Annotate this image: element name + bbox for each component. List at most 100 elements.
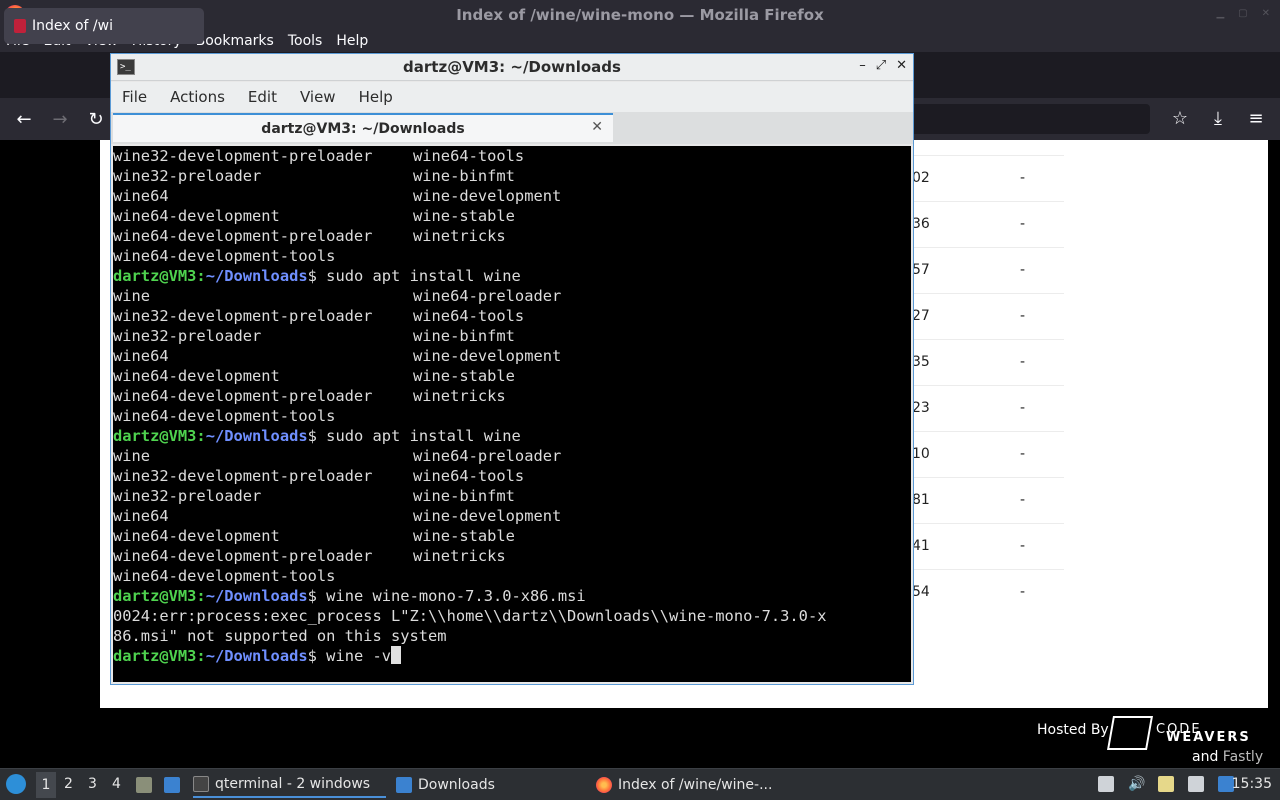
package-name: wine64 xyxy=(113,347,169,365)
workspace-1[interactable]: 1 xyxy=(36,772,56,798)
file-description: - xyxy=(1020,262,1026,278)
minimize-icon[interactable]: – xyxy=(859,58,866,73)
maximize-icon[interactable]: ▢ xyxy=(1238,8,1247,19)
task-downloads[interactable]: Downloads xyxy=(396,772,495,798)
package-name: wine-development xyxy=(413,187,562,205)
file-size: 57 xyxy=(912,262,930,278)
tray-expand-icon[interactable] xyxy=(1098,776,1114,792)
terminal-line: wine64-development-tools xyxy=(113,566,911,586)
codeweavers-logo-icon[interactable] xyxy=(1107,716,1153,750)
reload-icon[interactable]: ↻ xyxy=(82,105,110,133)
command-text: sudo apt install wine xyxy=(326,267,521,285)
terminal-app-icon: >_ xyxy=(117,59,135,75)
terminal-menu-file[interactable]: File xyxy=(122,88,147,106)
hosted-by-label: Hosted By xyxy=(1037,722,1109,738)
back-arrow-icon[interactable]: ← xyxy=(10,105,38,133)
terminal-line: wine64-development wine-stable xyxy=(113,366,911,386)
package-name: wine-binfmt xyxy=(413,487,515,505)
package-name: wine64 xyxy=(113,507,169,525)
close-icon[interactable]: ✕ xyxy=(896,58,907,73)
directory-row: 27 - xyxy=(912,293,1064,339)
terminal-tab[interactable]: dartz@VM3: ~/Downloads ✕ xyxy=(113,113,613,142)
task-label: qterminal - 2 windows xyxy=(215,776,371,792)
volume-icon[interactable]: 🔊 xyxy=(1128,776,1145,792)
and-fastly-label: and Fastly xyxy=(1192,749,1263,765)
file-manager-launcher-icon[interactable] xyxy=(136,777,152,793)
package-name: wine64-tools xyxy=(413,467,525,485)
output-text: 0024:err:process:exec_process L"Z:\\home… xyxy=(113,607,827,625)
firefox-window-controls[interactable]: ▁ ▢ ✕ xyxy=(1216,8,1270,19)
maximize-icon[interactable]: ⤢ xyxy=(876,58,886,73)
fastly-link[interactable]: Fastly xyxy=(1223,749,1263,765)
terminal-line: dartz@VM3:~/Downloads$ sudo apt install … xyxy=(113,267,521,285)
terminal-menubar: File Actions Edit View Help xyxy=(111,82,913,112)
close-tab-icon[interactable]: ✕ xyxy=(591,119,603,135)
terminal-line: wine64-development wine-stable xyxy=(113,526,911,546)
prompt-user: dartz@VM3 xyxy=(113,647,197,665)
directory-row: 23 - xyxy=(912,385,1064,431)
package-name: wine32-development-preloader xyxy=(113,467,373,485)
command-text: wine wine-mono-7.3.0-x86.msi xyxy=(326,587,586,605)
desktop-launcher-icon[interactable] xyxy=(164,777,180,793)
terminal-line: wine64 wine-development xyxy=(113,186,911,206)
menu-bookmarks[interactable]: Bookmarks xyxy=(196,33,274,49)
terminal-line: wine32-preloader wine-binfmt xyxy=(113,166,911,186)
directory-row: 36 - xyxy=(912,201,1064,247)
terminal-line: dartz@VM3:~/Downloads$ wine -v xyxy=(113,646,911,666)
package-name: wine-binfmt xyxy=(413,327,515,345)
clipboard-icon[interactable] xyxy=(1158,776,1174,792)
menu-help[interactable]: Help xyxy=(336,33,368,49)
package-name: wine64-development xyxy=(113,527,280,545)
file-description: - xyxy=(1020,170,1026,186)
bookmark-star-icon[interactable]: ☆ xyxy=(1166,104,1194,132)
package-name: winetricks xyxy=(413,547,506,565)
terminal-menu-view[interactable]: View xyxy=(300,88,336,106)
workspace-4[interactable]: 4 xyxy=(112,776,121,792)
terminal-line: wine64-development-preloader winetricks xyxy=(113,386,911,406)
menu-tools[interactable]: Tools xyxy=(288,33,323,49)
task-qterminal[interactable]: qterminal - 2 windows xyxy=(193,772,386,798)
downloads-icon[interactable]: ⤓ xyxy=(1204,104,1232,132)
package-name: wine32-preloader xyxy=(113,327,262,345)
browser-tab[interactable]: Index of /wi xyxy=(4,8,204,44)
output-text: 86.msi" not supported on this system xyxy=(113,627,447,645)
terminal-line: wine wine64-preloader xyxy=(113,446,911,466)
directory-row: 81 - xyxy=(912,477,1064,523)
file-size: 81 xyxy=(912,492,930,508)
file-description: - xyxy=(1020,584,1026,600)
task-firefox[interactable]: Index of /wine/wine-... xyxy=(596,772,772,798)
wine-favicon-icon xyxy=(14,19,26,33)
browser-tab-title: Index of /wi xyxy=(32,18,113,34)
prompt-user: dartz@VM3 xyxy=(113,427,197,445)
terminal-line: wine64 wine-development xyxy=(113,506,911,526)
terminal-icon xyxy=(193,776,209,792)
display-icon[interactable] xyxy=(1188,776,1204,792)
package-name: wine-development xyxy=(413,347,562,365)
taskbar: 1 2 3 4 qterminal - 2 windows Downloads … xyxy=(0,768,1280,800)
prompt-path: ~/Downloads xyxy=(205,647,308,665)
start-menu-icon[interactable] xyxy=(6,774,26,794)
package-name: wine64-preloader xyxy=(413,287,562,305)
close-icon[interactable]: ✕ xyxy=(1262,8,1270,19)
firefox-icon xyxy=(596,777,612,793)
package-name: wine-binfmt xyxy=(413,167,515,185)
command-text: sudo apt install wine xyxy=(326,427,521,445)
minimize-icon[interactable]: ▁ xyxy=(1216,8,1224,19)
hamburger-menu-icon[interactable]: ≡ xyxy=(1242,104,1270,132)
output-text: wine64-development-tools xyxy=(113,567,336,585)
terminal-menu-help[interactable]: Help xyxy=(359,88,393,106)
system-tray: 🔊 xyxy=(1098,776,1234,792)
package-name: wine32-development-preloader xyxy=(113,307,373,325)
package-name: wine xyxy=(113,287,151,305)
terminal-titlebar[interactable]: dartz@VM3: ~/Downloads xyxy=(111,54,913,81)
workspace-2[interactable]: 2 xyxy=(64,776,73,792)
terminal-menu-actions[interactable]: Actions xyxy=(170,88,225,106)
terminal-output[interactable]: wine32-development-preloader wine64-tools… xyxy=(113,146,911,682)
terminal-menu-edit[interactable]: Edit xyxy=(248,88,277,106)
directory-row: 10 - xyxy=(912,431,1064,477)
package-name: wine64-tools xyxy=(413,307,525,325)
workspace-3[interactable]: 3 xyxy=(88,776,97,792)
forward-arrow-icon[interactable]: → xyxy=(46,105,74,133)
terminal-line: wine64-development-preloader winetricks xyxy=(113,226,911,246)
file-size: 41 xyxy=(912,538,930,554)
